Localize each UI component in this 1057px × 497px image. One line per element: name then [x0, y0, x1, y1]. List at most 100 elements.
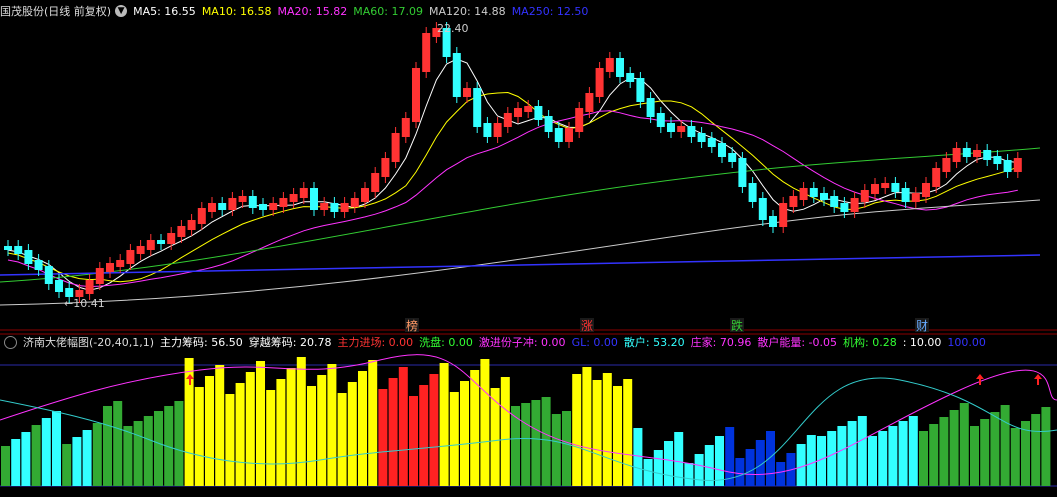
indicator-value-3: 洗盘: 0.00	[419, 336, 473, 349]
candle-body	[340, 203, 349, 212]
candle-body	[483, 123, 492, 137]
indicator-bar	[908, 416, 918, 486]
ma-indicator-1: MA10: 16.58	[201, 4, 272, 18]
ma5-line	[7, 58, 1018, 291]
candle-body	[922, 183, 930, 197]
indicator-bar	[653, 450, 663, 486]
indicator-bar	[684, 463, 694, 486]
low-price-label: ←10.41	[64, 297, 105, 310]
indicator-bar	[378, 389, 388, 486]
candle-body	[381, 158, 390, 177]
indicator-value-11: 100.00	[947, 336, 986, 349]
candle-body	[146, 240, 155, 250]
indicator-bar	[919, 431, 928, 486]
indicator-bar	[21, 432, 31, 486]
indicator-bar	[827, 431, 837, 486]
indicator-bar	[41, 418, 51, 486]
indicator-title[interactable]: 济南大佬幅图(-20,40,1,1)	[23, 334, 154, 350]
indicator-bar	[1000, 405, 1010, 486]
candle-body	[667, 123, 675, 132]
ma-indicator-5: MA250: 12.50	[511, 4, 589, 18]
candle-body	[350, 198, 359, 207]
event-marker-1: 涨	[581, 318, 593, 333]
main-chart-header: 国茂股份(日线 前复权) ▼ MA5: 16.55 MA10: 16.58 MA20…	[0, 2, 600, 20]
indicator-bar	[439, 363, 449, 486]
indicator-bar	[898, 421, 908, 486]
indicator-bar	[531, 400, 541, 486]
candle-body	[993, 156, 1002, 164]
candle-body	[820, 193, 828, 200]
indicator-bar	[694, 454, 704, 486]
candle-body	[932, 168, 941, 187]
indicator-chart-header: 济南大佬幅图(-20,40,1,1) 主力筹码: 56.50 穿越筹码: 20.7…	[0, 333, 998, 351]
candle-body	[157, 240, 165, 244]
indicator-bar	[735, 458, 745, 486]
candle-body	[544, 116, 553, 132]
candle-body	[789, 196, 798, 207]
candle-body	[136, 246, 145, 254]
candle-body	[554, 128, 563, 142]
candle-body	[4, 246, 12, 250]
indicator-bar	[878, 431, 888, 486]
stock-title[interactable]: 国茂股份(日线 前复权)	[0, 3, 111, 19]
candle-body	[330, 203, 339, 212]
indicator-value-10: : 10.00	[902, 336, 942, 349]
candle-body	[1013, 158, 1022, 172]
candle-body	[493, 123, 502, 137]
indicator-bar	[602, 373, 612, 486]
candle-body	[962, 148, 971, 157]
indicator-bar	[133, 421, 143, 486]
ma250-line	[0, 254, 1041, 276]
candle-body	[718, 143, 726, 157]
indicator-bar	[276, 379, 286, 486]
event-marker-3: 财	[916, 319, 928, 333]
candle-body	[106, 263, 114, 272]
indicator-bar	[327, 364, 337, 486]
indicator-bar	[929, 424, 939, 486]
indicator-bar	[1041, 407, 1051, 486]
indicator-bar	[766, 431, 775, 486]
indicator-bar	[715, 436, 724, 486]
candle-body	[310, 188, 318, 210]
chevron-down-icon[interactable]: ▼	[115, 5, 128, 17]
indicator-bar	[11, 439, 21, 486]
settings-icon[interactable]	[4, 335, 17, 349]
ma-indicator-4: MA120: 14.88	[428, 4, 506, 18]
candle-body	[65, 288, 74, 297]
indicator-bar	[500, 377, 510, 486]
indicator-bar	[613, 386, 622, 486]
indicator-bar	[949, 410, 959, 486]
indicator-bar	[470, 370, 480, 486]
candle-body	[197, 208, 206, 224]
candle-body	[677, 126, 686, 132]
candle-body	[524, 106, 533, 112]
candle-body	[656, 113, 665, 127]
indicator-bar	[847, 421, 857, 486]
indicator-bar	[562, 411, 571, 486]
candle-body	[779, 203, 788, 227]
candle-body	[85, 280, 94, 294]
candle-body	[728, 153, 737, 162]
candle-body	[636, 78, 645, 102]
arrow-up-icon	[1034, 374, 1042, 385]
indicator-bar	[317, 375, 327, 486]
candle-body	[952, 148, 961, 162]
indicator-bar	[307, 386, 316, 486]
indicator-bar	[888, 426, 898, 486]
candle-body	[514, 108, 522, 117]
candle-body	[473, 88, 482, 127]
indicator-bar	[266, 390, 276, 486]
candle-body	[401, 118, 410, 137]
candle-body	[391, 133, 400, 162]
candle-body	[850, 198, 859, 212]
indicator-bar	[31, 425, 41, 486]
candlestick-chart[interactable]: 22.40 ←10.41 榜 涨 跌 财	[0, 0, 1057, 497]
candle-body	[738, 158, 747, 187]
indicator-value-4: 激进份子冲: 0.00	[478, 336, 566, 349]
candle-body	[187, 220, 196, 230]
indicator-bar	[92, 423, 102, 486]
indicator-bar	[980, 419, 990, 486]
candle-body	[585, 93, 594, 112]
indicator-bar	[154, 411, 163, 486]
candle-body	[218, 203, 227, 210]
